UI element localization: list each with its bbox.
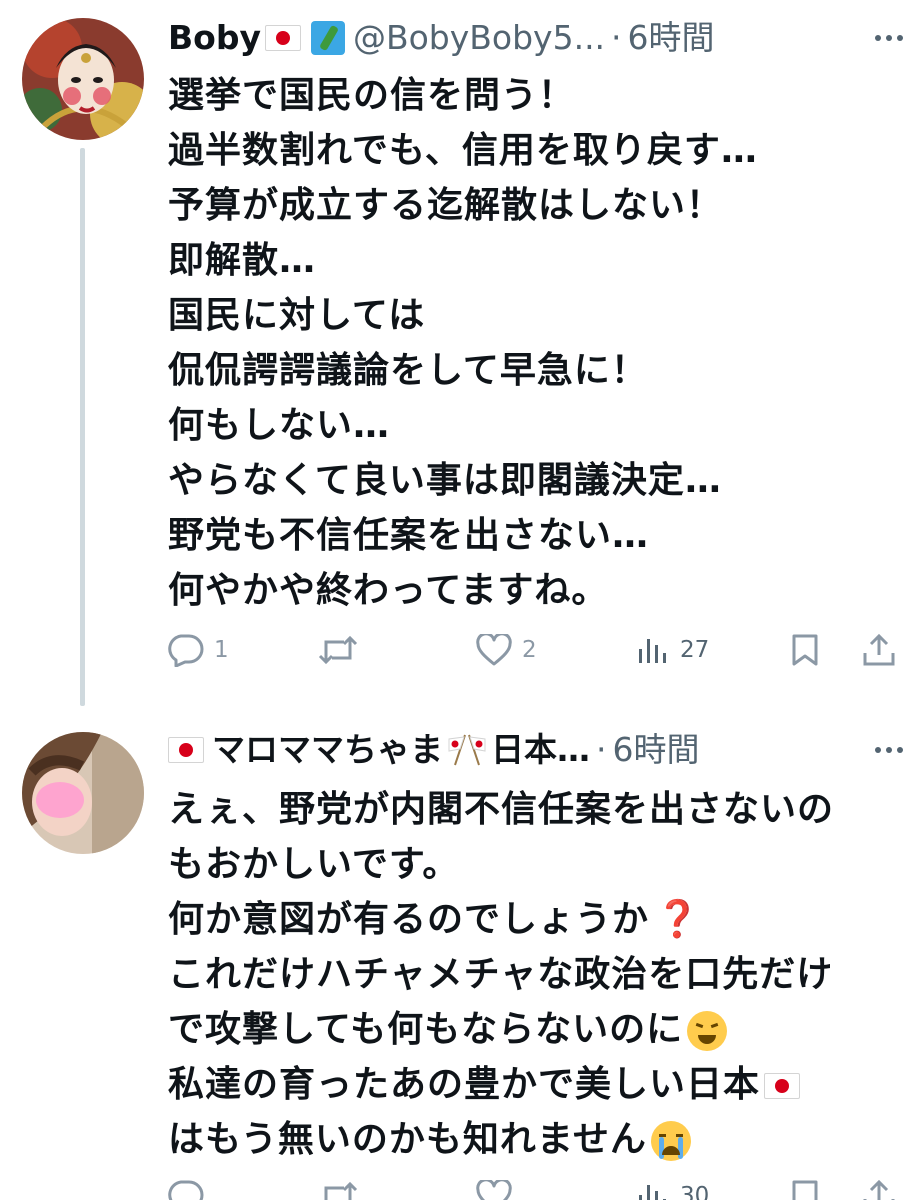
retweet-button[interactable]	[318, 1174, 368, 1200]
tweet-text-line: 何やかや終わってますね。	[168, 570, 609, 611]
japan-map-icon	[310, 21, 345, 55]
tweet-text-segment: はもう無いのかも知れません	[168, 1119, 647, 1160]
tweet-text-segment: で攻撃しても何もならないのに	[168, 1009, 684, 1050]
tweet-text-line-with-emoji: はもう無いのかも知れません	[168, 1112, 905, 1167]
author-display-name[interactable]: マロママちゃま	[212, 728, 443, 772]
reply-icon	[168, 634, 204, 667]
tweet-boby[interactable]: Boby @BobyBoby5... · 6時間 選挙で国民の信を問う！ 過半数…	[0, 0, 923, 706]
tweet-text-segment: 何か意図が有るのでしょうか	[168, 899, 650, 940]
tweet-text-line: 国民に対しては	[168, 295, 426, 336]
tweet-text-line: 即解散…	[168, 240, 317, 281]
more-options-icon[interactable]	[869, 728, 909, 772]
tweet-text-line: 選挙で国民の信を問う！	[168, 75, 576, 116]
avatar[interactable]	[22, 732, 144, 854]
share-icon	[863, 633, 895, 666]
reply-count: 1	[214, 637, 229, 663]
tweet-text-line: やらなくて良い事は即閣議決定…	[168, 460, 722, 501]
bookmark-button[interactable]	[790, 628, 820, 672]
reply-button[interactable]	[166, 1174, 214, 1200]
views-button[interactable]: 30	[636, 1174, 709, 1200]
tweet-timestamp[interactable]: 6時間	[613, 728, 700, 772]
author-handle[interactable]: @BobyBoby5...	[353, 16, 605, 60]
view-count: 30	[680, 1183, 710, 1200]
tweet-text-segment: 私達の育ったあの豊かで美しい日本	[168, 1064, 761, 1105]
tweet-text-line-with-emoji: 私達の育ったあの豊かで美しい日本	[168, 1057, 905, 1112]
like-count: 2	[522, 637, 537, 663]
separator-dot: ·	[596, 730, 607, 769]
tweet-action-bar: 30	[166, 1174, 905, 1200]
separator-dot: ·	[611, 18, 622, 57]
heart-icon	[476, 634, 512, 666]
share-icon	[863, 1179, 895, 1200]
heart-icon	[476, 1180, 512, 1200]
retweet-icon	[318, 635, 358, 665]
avatar-artwork	[22, 18, 144, 140]
tweet-text-line: もおかしいです。	[168, 844, 460, 885]
tweet-text: えぇ、野党が内閣不信任案を出さないの もおかしいです。 何か意図が有るのでしょう…	[168, 782, 905, 1167]
tweet-text-line: 過半数割れでも、信用を取り戻す…	[168, 130, 758, 171]
tweet-text-line: 予算が成立する迄解散はしない！	[168, 185, 724, 226]
tweet-maromama[interactable]: マロママちゃま 日本… · 6時間 えぇ、野党が内閣不信任案を出さないの もおか…	[0, 706, 923, 1200]
tweet-header: Boby @BobyBoby5... · 6時間	[168, 16, 909, 60]
analytics-icon	[639, 1185, 666, 1200]
avatar[interactable]	[22, 18, 144, 140]
share-button[interactable]	[862, 1174, 896, 1200]
tweet-action-bar: 1 2 27	[166, 628, 905, 672]
tweet-text-line-with-emoji: で攻撃しても何もならないのに	[168, 1002, 905, 1057]
weary-face-icon	[687, 1011, 728, 1051]
tweet-text-line: 侃侃諤諤議論をして早急に！	[168, 350, 648, 391]
reply-button[interactable]: 1	[166, 628, 229, 672]
question-mark-emoji: ❓	[655, 899, 701, 940]
reply-icon	[168, 1180, 204, 1200]
bookmark-icon	[792, 634, 818, 666]
tweet-text-line-with-emoji: 何か意図が有るのでしょうか ❓	[168, 892, 905, 947]
thread-connector-line	[80, 148, 85, 706]
loudly-crying-face-icon	[650, 1121, 691, 1161]
tweet-text-line: 何もしない…	[168, 405, 391, 446]
like-button[interactable]	[476, 1174, 522, 1200]
bookmark-button[interactable]	[790, 1174, 820, 1200]
tweet-header: マロママちゃま 日本… · 6時間	[168, 728, 909, 772]
author-display-name-suffix[interactable]: 日本…	[491, 728, 590, 772]
more-options-icon[interactable]	[869, 16, 909, 60]
tweet-text-line: えぇ、野党が内閣不信任案を出さないの	[168, 789, 835, 830]
tweet-timestamp[interactable]: 6時間	[628, 16, 715, 60]
like-button[interactable]: 2	[476, 628, 537, 672]
tweet-text-line: 野党も不信任案を出さない…	[168, 515, 650, 556]
crossed-flags-icon	[445, 733, 489, 767]
japan-flag-icon	[764, 1073, 801, 1099]
avatar-photo	[22, 732, 144, 854]
retweet-button[interactable]	[318, 628, 368, 672]
japan-flag-icon	[168, 737, 204, 763]
tweet-text: 選挙で国民の信を問う！ 過半数割れでも、信用を取り戻す… 予算が成立する迄解散は…	[168, 68, 905, 618]
japan-flag-icon	[264, 25, 301, 51]
retweet-icon	[324, 1181, 358, 1200]
analytics-icon	[639, 639, 666, 663]
author-display-name[interactable]: Boby	[168, 16, 261, 60]
tweet-text-line: これだけハチャメチャな政治を口先だけ	[168, 954, 834, 995]
views-button[interactable]: 27	[636, 628, 709, 672]
bookmark-icon	[792, 1180, 818, 1200]
share-button[interactable]	[862, 628, 896, 672]
view-count: 27	[680, 637, 710, 663]
